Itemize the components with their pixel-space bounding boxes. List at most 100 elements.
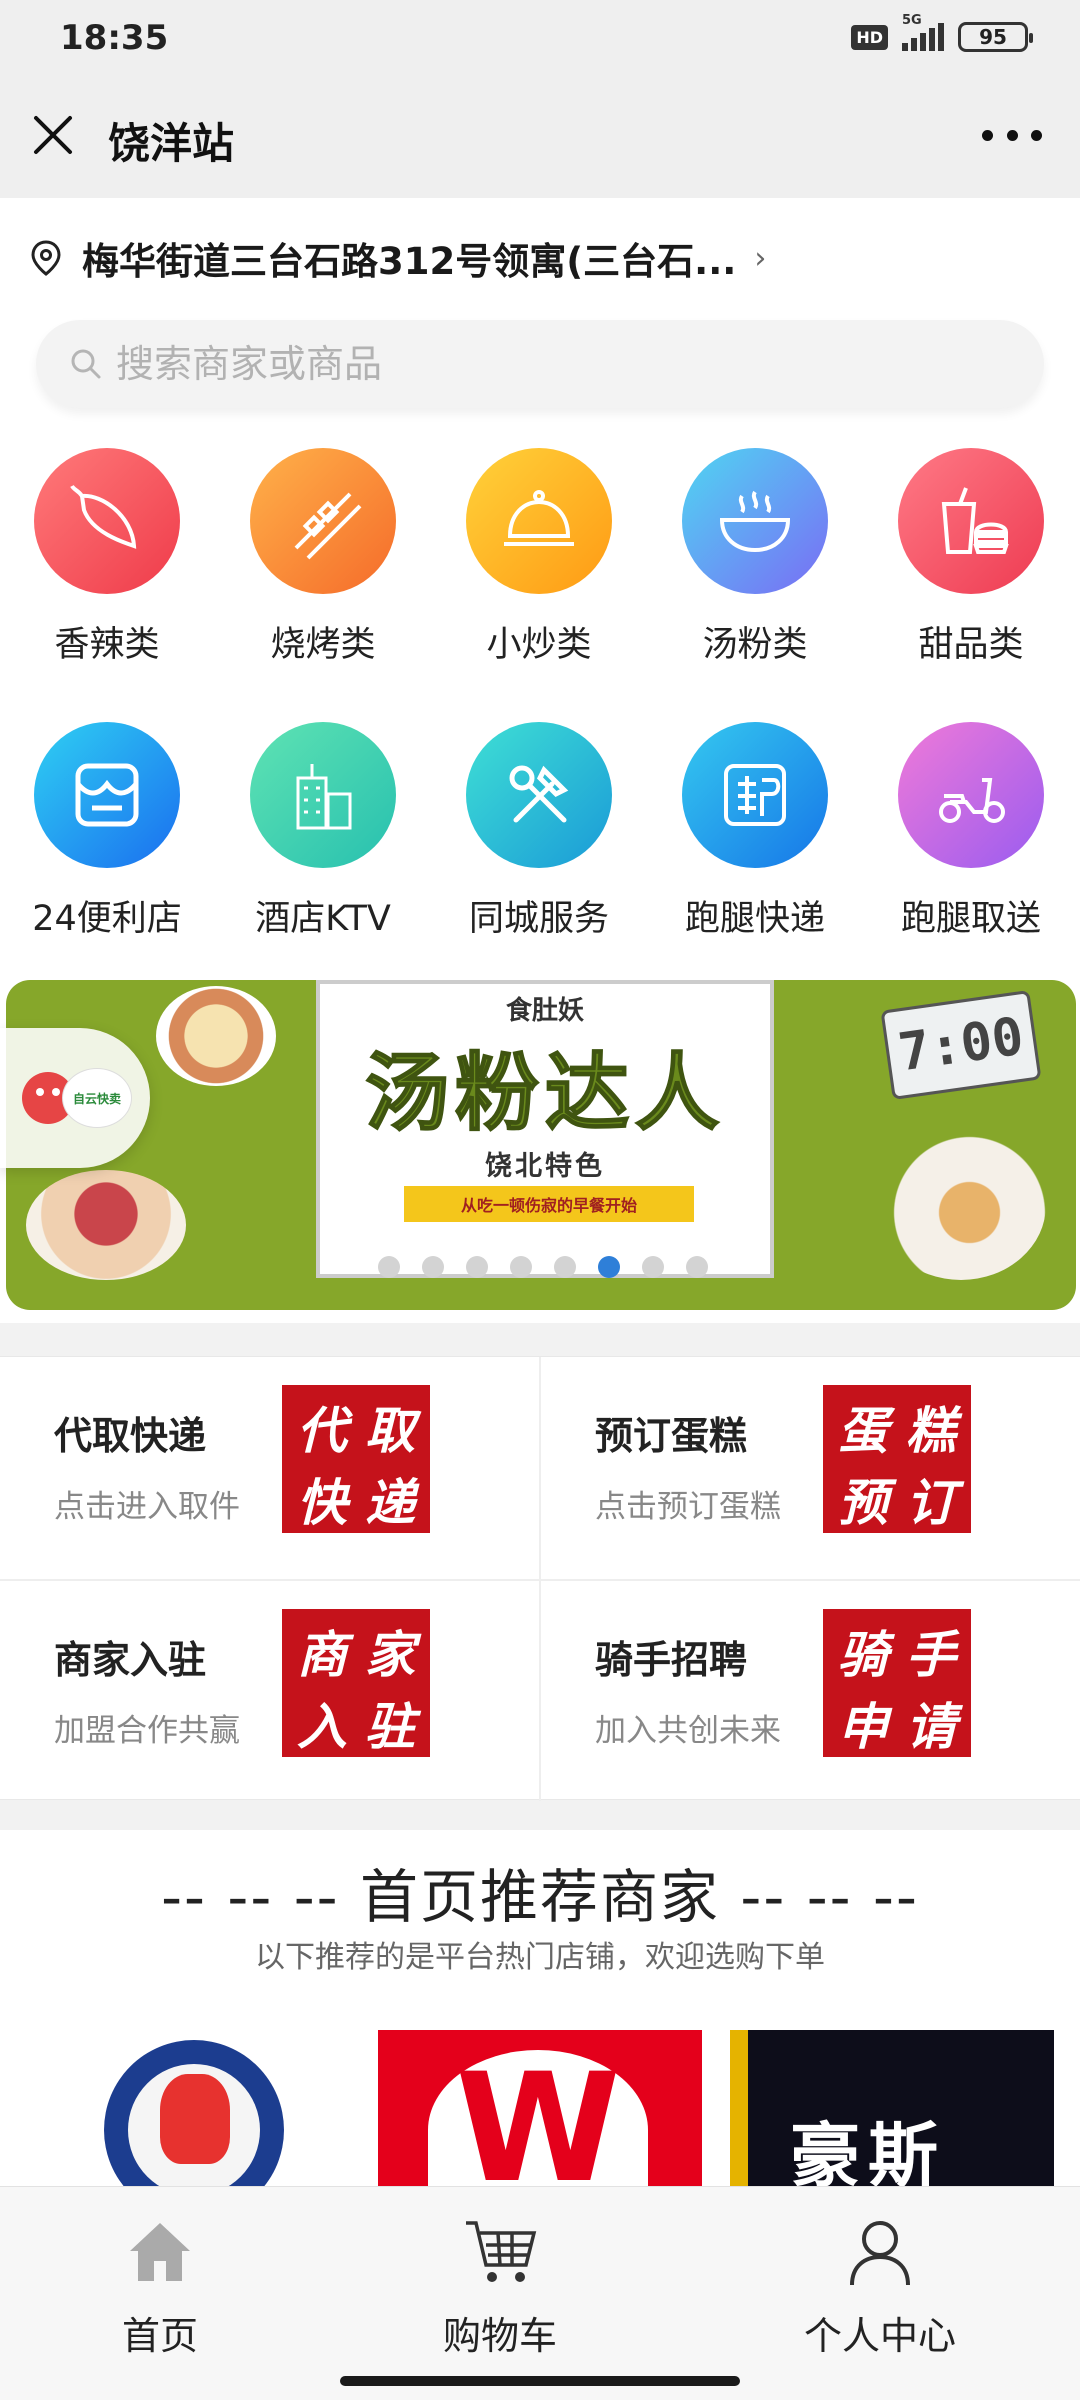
service-subtitle: 加盟合作共赢 (54, 1713, 240, 1749)
status-bar: 18:35 HD 5G 95 (0, 0, 1080, 80)
floating-service-button[interactable]: 自云快卖 (0, 1028, 150, 1168)
service-cake-order[interactable]: 预订蛋糕 点击预订蛋糕 蛋糕预订 (541, 1357, 1079, 1577)
search-box[interactable] (36, 320, 1044, 408)
store-icon (34, 722, 180, 868)
nav-profile[interactable]: 个人中心 (730, 2211, 1030, 2361)
status-time: 18:35 (60, 18, 169, 58)
carousel-dot[interactable] (466, 1256, 488, 1278)
home-indicator[interactable] (340, 2376, 740, 2386)
network-type: 5G (902, 13, 922, 28)
carousel-dot[interactable] (510, 1256, 532, 1278)
address-selector[interactable]: 梅华街道三台石路312号领寓(三台石... › (30, 228, 1030, 288)
category-item[interactable]: 跑腿取送 (871, 722, 1071, 962)
signal-icon: 5G (902, 13, 944, 51)
service-pickup-express[interactable]: 代取快递 点击进入取件 代取快递 (0, 1357, 538, 1577)
category-item[interactable]: 汤粉类 (655, 448, 855, 688)
shop-logo-text: 豪斯 (790, 2115, 946, 2197)
category-label: 小炒类 (486, 625, 592, 665)
title-bar: 饶洋站 (0, 80, 1080, 198)
search-input[interactable] (116, 342, 1016, 386)
service-tile-image: 代取快递 (282, 1385, 430, 1533)
tools-icon (466, 722, 612, 868)
chevron-right-icon: › (754, 240, 767, 276)
banner-title: 汤粉达人 (364, 1043, 725, 1143)
banner-subtitle: 食肚妖 (505, 996, 584, 1026)
food-plate-image (26, 1170, 186, 1280)
more-dots-icon[interactable] (982, 120, 1042, 150)
category-item[interactable]: 跑腿快递 (655, 722, 855, 962)
carousel-dot-active[interactable] (598, 1256, 620, 1278)
soup-bowl-icon (682, 448, 828, 594)
nav-cart[interactable]: 购物车 (350, 2211, 650, 2361)
bottom-nav: 首页 购物车 个人中心 (0, 2186, 1080, 2400)
service-grid: 代取快递 点击进入取件 代取快递 预订蛋糕 点击预订蛋糕 蛋糕预订 商家入驻 加… (0, 1356, 1080, 1801)
user-icon (850, 2221, 910, 2286)
skewer-icon (250, 448, 396, 594)
service-title: 代取快递 (54, 1414, 207, 1458)
service-title: 商家入驻 (54, 1638, 207, 1682)
service-rider-recruit[interactable]: 骑手招聘 加入共创未来 骑手申请 (541, 1581, 1079, 1801)
address-text: 梅华街道三台石路312号领寓(三台石... (82, 240, 737, 283)
scooter-icon (898, 722, 1044, 868)
courier-icon (682, 722, 828, 868)
promo-banner[interactable]: 食肚妖 汤粉达人 饶北特色 从吃一顿伤寂的早餐开始 7:00 (6, 980, 1076, 1310)
home-icon (130, 2223, 190, 2281)
category-item[interactable]: 酒店KTV (223, 722, 423, 962)
service-title: 预订蛋糕 (595, 1414, 748, 1458)
service-merchant-join[interactable]: 商家入驻 加盟合作共赢 商家入驻 (0, 1581, 538, 1801)
battery-icon: 95 (958, 22, 1033, 52)
carousel-dot[interactable] (378, 1256, 400, 1278)
clock-image: 7:00 (880, 989, 1042, 1100)
service-subtitle: 点击预订蛋糕 (595, 1489, 781, 1525)
category-label: 酒店KTV (255, 899, 391, 939)
nav-label: 个人中心 (803, 2314, 956, 2358)
category-label: 24便利店 (32, 899, 182, 939)
shop-logo[interactable]: 豪斯 (730, 2030, 1054, 2200)
main-content: 梅华街道三台石路312号领寓(三台石... › 香辣类 烧烤类 小炒类 (0, 198, 1080, 1323)
chili-icon (34, 448, 180, 594)
close-icon[interactable] (28, 110, 78, 160)
category-item[interactable]: 小炒类 (439, 448, 639, 688)
recommended-shops: -- -- -- 首页推荐商家 -- -- -- 以下推荐的是平台热门店铺，欢迎… (0, 1830, 1080, 2200)
category-label: 同城服务 (468, 899, 609, 939)
category-item[interactable]: 同城服务 (439, 722, 639, 962)
shop-logo[interactable] (104, 2030, 284, 2200)
category-item[interactable]: 烧烤类 (223, 448, 423, 688)
section-title: -- -- -- 首页推荐商家 -- -- -- (161, 1863, 919, 1931)
nav-label: 首页 (121, 2314, 198, 2358)
carousel-dot[interactable] (642, 1256, 664, 1278)
service-subtitle: 点击进入取件 (54, 1489, 240, 1525)
toast-image (876, 1130, 1046, 1280)
service-logo: 自云快卖 (62, 1068, 132, 1128)
hen-mascot-icon (160, 2074, 230, 2164)
category-label: 汤粉类 (702, 625, 808, 665)
category-item[interactable]: 甜品类 (871, 448, 1071, 688)
category-label: 烧烤类 (270, 625, 376, 665)
category-label: 跑腿取送 (900, 899, 1041, 939)
location-pin-icon (31, 240, 61, 276)
status-indicators: HD 5G 95 (851, 13, 1033, 52)
category-label: 香辣类 (54, 625, 160, 665)
service-tile-image: 骑手申请 (823, 1609, 971, 1757)
nav-label: 购物车 (442, 2314, 557, 2358)
dish-cover-icon (466, 448, 612, 594)
logo-accent-bar (730, 2030, 748, 2200)
banner-tagline: 饶北特色 (485, 1151, 605, 1182)
shop-logo[interactable] (378, 2030, 702, 2200)
banner-card: 食肚妖 汤粉达人 饶北特色 (316, 980, 774, 1278)
category-item[interactable]: 香辣类 (7, 448, 207, 688)
banner-strip: 从吃一顿伤寂的早餐开始 (404, 1186, 694, 1222)
search-icon (71, 349, 101, 379)
carousel-dot[interactable] (686, 1256, 708, 1278)
carousel-dots (378, 1256, 708, 1278)
service-title: 骑手招聘 (595, 1638, 748, 1682)
category-item[interactable]: 24便利店 (7, 722, 207, 962)
food-plate-image (156, 986, 276, 1086)
section-subtitle: 以下推荐的是平台热门店铺，欢迎选购下单 (255, 1940, 825, 1975)
nav-home[interactable]: 首页 (10, 2211, 310, 2361)
w-logo-icon (428, 2050, 648, 2200)
service-subtitle: 加入共创未来 (595, 1713, 781, 1749)
carousel-dot[interactable] (422, 1256, 444, 1278)
divider (0, 1579, 1080, 1581)
carousel-dot[interactable] (554, 1256, 576, 1278)
